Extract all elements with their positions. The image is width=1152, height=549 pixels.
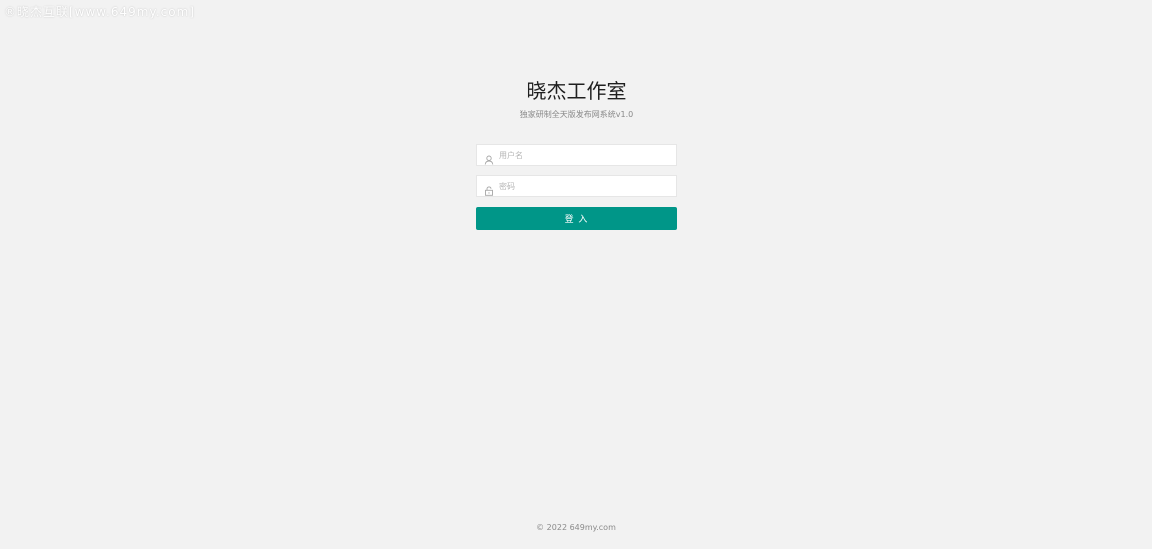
- login-title: 晓杰工作室: [526, 79, 627, 103]
- watermark-text: ®晓杰互联[www.649my.com]: [4, 5, 195, 19]
- user-icon: [484, 150, 494, 165]
- login-page: ®晓杰互联[www.649my.com] 晓杰工作室 独家研制全天版发布网系统v…: [0, 0, 1152, 549]
- username-field[interactable]: [476, 144, 677, 166]
- lock-icon: [484, 181, 494, 196]
- password-input[interactable]: [499, 176, 669, 196]
- login-form: 晓杰工作室 独家研制全天版发布网系统v1.0 登 入: [476, 78, 677, 230]
- login-subtitle: 独家研制全天版发布网系统v1.0: [519, 110, 634, 119]
- footer-copyright: © 2022 649my.com: [536, 523, 616, 532]
- username-input[interactable]: [499, 145, 669, 165]
- password-field[interactable]: [476, 175, 677, 197]
- login-button[interactable]: 登 入: [476, 207, 677, 230]
